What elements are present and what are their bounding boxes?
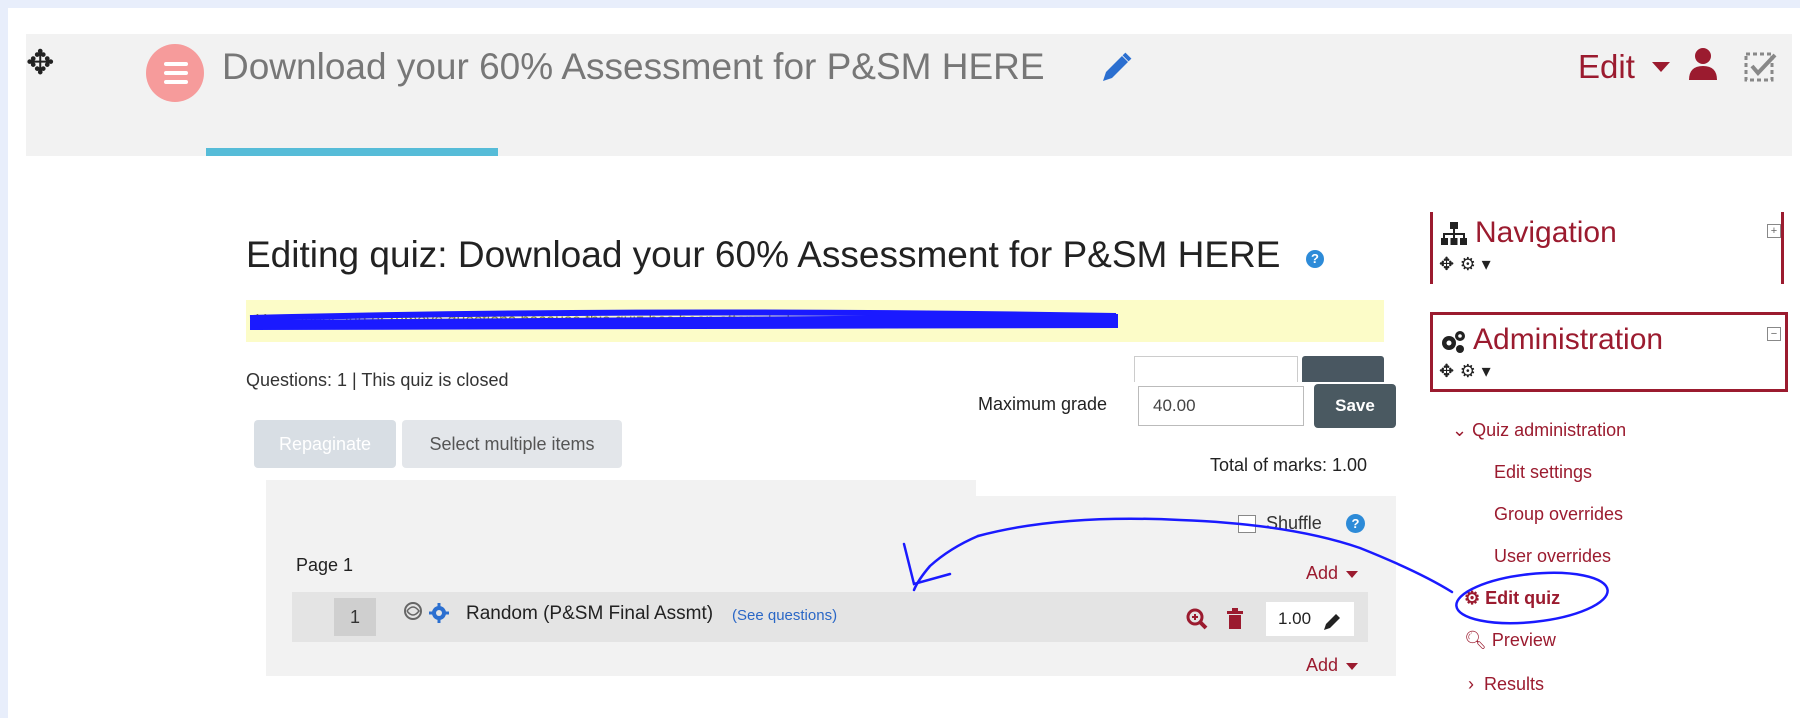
block-controls[interactable]: ✥ ⚙ ▾ — [1439, 254, 1491, 275]
add-label: Add — [1306, 563, 1339, 583]
max-grade-label: Maximum grade — [978, 394, 1108, 414]
questions-info: Questions: 1 | This quiz is closed — [246, 370, 509, 390]
expand-icon[interactable]: + — [1767, 224, 1781, 238]
gear-icon: ⚙ — [1464, 588, 1486, 608]
active-tab-indicator — [206, 148, 498, 156]
page-title: Editing quiz: Download your 60% Assessme… — [246, 234, 1281, 275]
help-icon[interactable]: ? — [1346, 514, 1365, 533]
select-multiple-button[interactable]: Select multiple items — [402, 420, 622, 468]
help-icon[interactable]: ? — [1306, 250, 1324, 268]
page-label: Page 1 — [296, 555, 354, 575]
menu-edit-quiz[interactable]: ⚙ Edit quiz — [1464, 588, 1560, 609]
repaginate-button[interactable]: Repaginate — [254, 420, 396, 468]
add-menu-bottom[interactable]: Add — [1306, 655, 1359, 676]
chevron-down-icon — [1346, 570, 1359, 578]
gears-icon — [1442, 331, 1465, 353]
shuffle-checkbox[interactable] — [1238, 515, 1256, 533]
save-button-shadow — [1302, 356, 1384, 382]
activity-title: Download your 60% Assessment for P&SM HE… — [222, 46, 1045, 87]
max-grade-field-shadow — [1134, 356, 1298, 382]
menu-group-overrides[interactable]: Group overrides — [1494, 504, 1623, 525]
total-marks: Total of marks: 1.00 — [1210, 455, 1368, 475]
max-grade-input[interactable] — [1138, 386, 1304, 426]
chevron-down-icon: ⌄ — [1452, 420, 1473, 440]
see-questions-link[interactable]: (See questions) — [732, 607, 837, 624]
add-label: Add — [1306, 655, 1339, 675]
gear-icon[interactable] — [428, 602, 450, 624]
quiz-section — [266, 480, 1396, 676]
block-controls[interactable]: ✥ ⚙ ▾ — [1439, 361, 1491, 382]
add-menu-top[interactable]: Add — [1306, 563, 1359, 584]
administration-block: Administration ✥ ⚙ ▾ − — [1430, 312, 1788, 392]
navigation-block: Navigation ✥ ⚙ ▾ + — [1430, 212, 1784, 284]
move-icon[interactable]: ✥ — [26, 46, 55, 80]
collapse-icon[interactable]: − — [1767, 327, 1781, 341]
trash-icon[interactable] — [1226, 608, 1244, 630]
chevron-down-icon[interactable] — [1652, 62, 1670, 72]
completion-checkbox-icon[interactable] — [1744, 50, 1778, 84]
user-icon[interactable] — [1688, 46, 1718, 82]
quiz-activity-icon — [146, 44, 204, 102]
menu-edit-settings[interactable]: Edit settings — [1494, 462, 1592, 483]
menu-results[interactable]: › Results — [1468, 674, 1544, 695]
menu-quiz-administration[interactable]: ⌄ Quiz administration — [1452, 420, 1626, 441]
menu-user-overrides[interactable]: User overrides — [1494, 546, 1611, 567]
pencil-icon[interactable] — [1098, 50, 1134, 86]
question-name[interactable]: Random (P&SM Final Assmt) — [466, 603, 713, 625]
shuffle-label: Shuffle — [1266, 513, 1322, 533]
sitemap-icon — [1441, 222, 1467, 245]
edit-menu-label[interactable]: Edit — [1578, 48, 1635, 86]
administration-title[interactable]: Administration — [1473, 323, 1663, 357]
navigation-title[interactable]: Navigation — [1475, 216, 1617, 250]
save-button[interactable]: Save — [1314, 384, 1396, 428]
slot-number: 1 — [334, 598, 376, 636]
chevron-down-icon — [1346, 662, 1359, 670]
redaction-scribble — [249, 309, 1118, 330]
section-edge — [976, 480, 1396, 496]
menu-preview[interactable]: 🔍︎ Preview — [1464, 630, 1556, 651]
preview-zoom-icon[interactable] — [1186, 608, 1208, 630]
chevron-right-icon: › — [1468, 674, 1484, 694]
random-question-icon — [404, 602, 422, 620]
pencil-icon[interactable] — [1322, 610, 1344, 632]
zoom-icon: 🔍︎ — [1464, 630, 1492, 650]
